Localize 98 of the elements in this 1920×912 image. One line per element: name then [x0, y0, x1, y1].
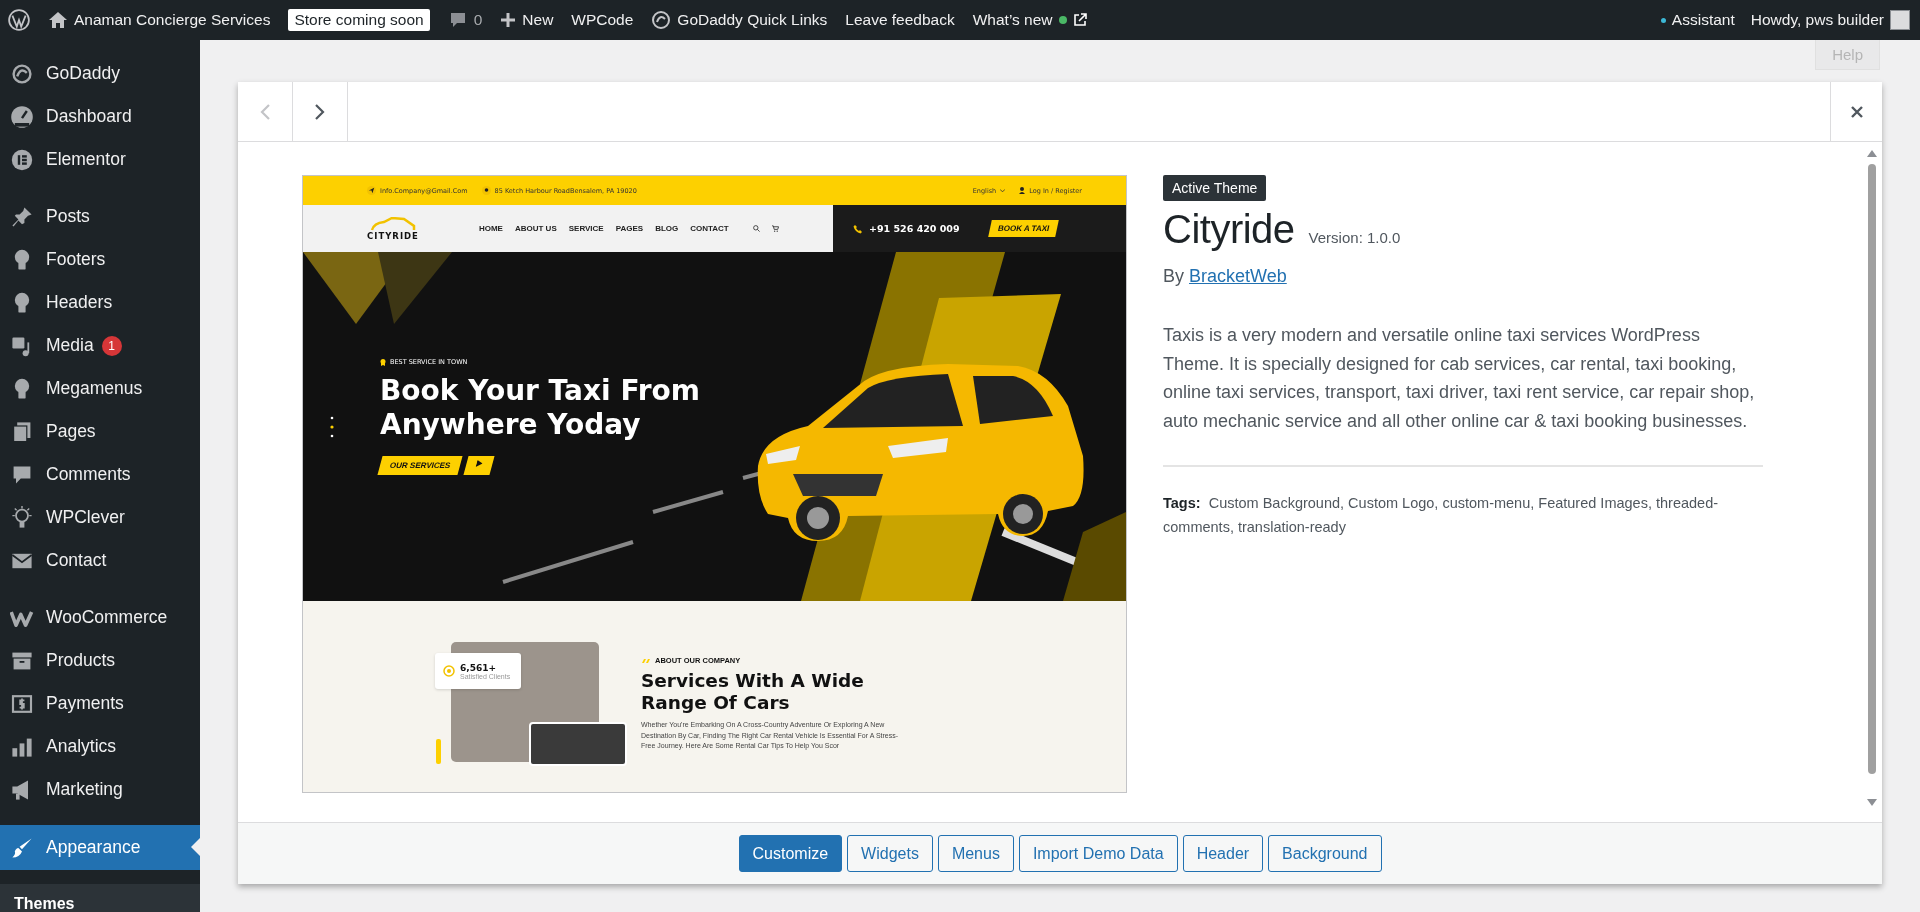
- sidebar-item-label: Products: [46, 650, 116, 671]
- assistant-link[interactable]: Assistant: [1671, 11, 1735, 29]
- sidebar-item-label: Contact: [46, 550, 107, 571]
- theme-action-button[interactable]: Customize: [738, 835, 843, 872]
- user-greeting-link[interactable]: Howdy, pws builder: [1750, 11, 1884, 29]
- sidebar-item[interactable]: WPClever: [0, 496, 200, 539]
- preview-services-button[interactable]: OUR SERVICES: [377, 456, 463, 475]
- sidebar-item-label: Media: [46, 335, 94, 356]
- wordpress-logo-icon[interactable]: [8, 9, 30, 31]
- sidebar-item-label: Elementor: [46, 149, 126, 170]
- sidebar-item-label: Pages: [46, 421, 96, 442]
- comment-count[interactable]: 0: [473, 11, 483, 29]
- preview-logo-text: CITYRIDE: [367, 230, 419, 241]
- status-dot-icon: [1660, 17, 1666, 23]
- sidebar-item[interactable]: Elementor: [0, 138, 200, 181]
- play-icon: [475, 460, 484, 467]
- phone-icon: [853, 223, 863, 234]
- author-prefix: By: [1163, 266, 1184, 286]
- sidebar-item[interactable]: Megamenus: [0, 367, 200, 410]
- theme-version: Version: 1.0.0: [1308, 229, 1401, 246]
- theme-name: Cityride: [1163, 207, 1295, 252]
- sidebar-item[interactable]: Media 1: [0, 324, 200, 367]
- preview-about-title: Services With A Wide Range Of Cars: [641, 670, 865, 714]
- sidebar-item-label: Appearance: [46, 837, 141, 858]
- sidebar-item-label: Dashboard: [46, 106, 132, 127]
- home-icon[interactable]: [48, 10, 68, 30]
- gauge-icon: [10, 104, 34, 129]
- bars-circle-icon: [10, 147, 34, 172]
- sidebar-item[interactable]: Pages: [0, 410, 200, 453]
- sidebar-item[interactable]: Dashboard: [0, 95, 200, 138]
- sidebar-item-label: WPClever: [46, 507, 125, 528]
- sidebar-item[interactable]: Marketing: [0, 768, 200, 811]
- sidebar-item-label: Payments: [46, 693, 124, 714]
- slider-dots-icon: [330, 416, 334, 438]
- sidebar-item[interactable]: Comments: [0, 453, 200, 496]
- sidebar-item[interactable]: Footers: [0, 238, 200, 281]
- pin-icon: [10, 204, 34, 229]
- sidebar-item[interactable]: GoDaddy: [0, 52, 200, 95]
- toolbar-link[interactable]: GoDaddy Quick Links: [677, 11, 828, 29]
- preview-book-button[interactable]: BOOK A TAXI: [987, 220, 1059, 237]
- author-link[interactable]: BracketWeb: [1189, 266, 1287, 286]
- accent-bar: [436, 739, 441, 764]
- search-icon: [752, 225, 760, 232]
- toolbar-link[interactable]: Leave feedback: [845, 11, 955, 29]
- active-theme-badge: Active Theme: [1163, 175, 1267, 201]
- sidebar-item[interactable]: Products: [0, 639, 200, 682]
- scrollbar[interactable]: [1866, 148, 1878, 808]
- cart-icon: [771, 225, 779, 232]
- sidebar-item-label: Headers: [46, 292, 113, 313]
- sidebar-item-label: GoDaddy: [46, 63, 120, 84]
- sidebar-item-label: Analytics: [46, 736, 117, 757]
- send-icon: [367, 186, 376, 195]
- sidebar-item[interactable]: Analytics: [0, 725, 200, 768]
- site-name-link[interactable]: Anaman Concierge Services: [74, 11, 271, 29]
- chevron-right-icon: [314, 102, 326, 121]
- preview-phone: +91 526 420 009: [869, 223, 960, 234]
- location-pin-icon: [481, 186, 491, 195]
- store-status-badge[interactable]: Store coming soon: [288, 9, 430, 31]
- bulb-icon: [10, 505, 34, 530]
- user-icon: [1019, 187, 1026, 194]
- sidebar-item[interactable]: Contact: [0, 539, 200, 582]
- sidebar-item-label: Megamenus: [46, 378, 143, 399]
- plus-icon[interactable]: [500, 12, 517, 28]
- theme-action-button[interactable]: Widgets: [847, 835, 933, 872]
- badge-icon: [380, 358, 386, 366]
- theme-action-button[interactable]: Menus: [937, 835, 1014, 872]
- theme-description: Taxis is a very modern and versatile online taxi services WordPress Theme. It is specially designed for cab services, car rental, taxi booking, online taxi services, transport, taxi driver, taxi rent service, car repair shop, auto mechanic service and all other online car & taxi booking businesses.: [1163, 324, 1756, 433]
- theme-action-button[interactable]: Background: [1268, 835, 1382, 872]
- count-badge: 1: [101, 335, 122, 356]
- preview-play-button[interactable]: [463, 456, 495, 475]
- theme-action-button[interactable]: Header: [1182, 835, 1264, 872]
- theme-tags: Tags: Custom Background, Custom Logo, custom-menu, Featured Images, threaded-comments, translation-ready: [1163, 491, 1763, 540]
- sidebar-item[interactable]: Payments: [0, 682, 200, 725]
- loop-icon[interactable]: [651, 10, 672, 30]
- toolbar-link[interactable]: What’s new: [972, 11, 1053, 29]
- new-link[interactable]: New: [522, 11, 554, 29]
- sidebar-item[interactable]: WooCommerce: [0, 596, 200, 639]
- close-icon: [1849, 104, 1864, 119]
- toolbar-link[interactable]: WPCode: [571, 11, 634, 29]
- badge-icon: [443, 665, 455, 677]
- loop-icon: [10, 61, 34, 86]
- chevron-left-icon: [259, 102, 271, 121]
- sidebar-item[interactable]: Headers: [0, 281, 200, 324]
- preview-hero-title: Book Your Taxi From Anywhere Yoday: [380, 374, 700, 442]
- chevron-down-icon: [1000, 188, 1006, 193]
- stat-value: 6,561+: [460, 662, 497, 673]
- sidebar-item[interactable]: Posts: [0, 195, 200, 238]
- sidebar-item-label: Posts: [46, 206, 90, 227]
- sidebar-item-label: Marketing: [46, 779, 123, 800]
- status-dot-icon: [1058, 16, 1067, 24]
- external-link-icon[interactable]: [1072, 13, 1087, 27]
- sidebar-item[interactable]: Appearance: [0, 825, 200, 870]
- theme-action-button[interactable]: Import Demo Data: [1018, 835, 1178, 872]
- sidebar-item-label: Comments: [46, 464, 131, 485]
- car-outline-icon: [369, 216, 416, 231]
- stripes-icon: [641, 658, 651, 663]
- sidebar-item-label: Footers: [46, 249, 106, 270]
- sidebar-item-label: WooCommerce: [46, 607, 168, 628]
